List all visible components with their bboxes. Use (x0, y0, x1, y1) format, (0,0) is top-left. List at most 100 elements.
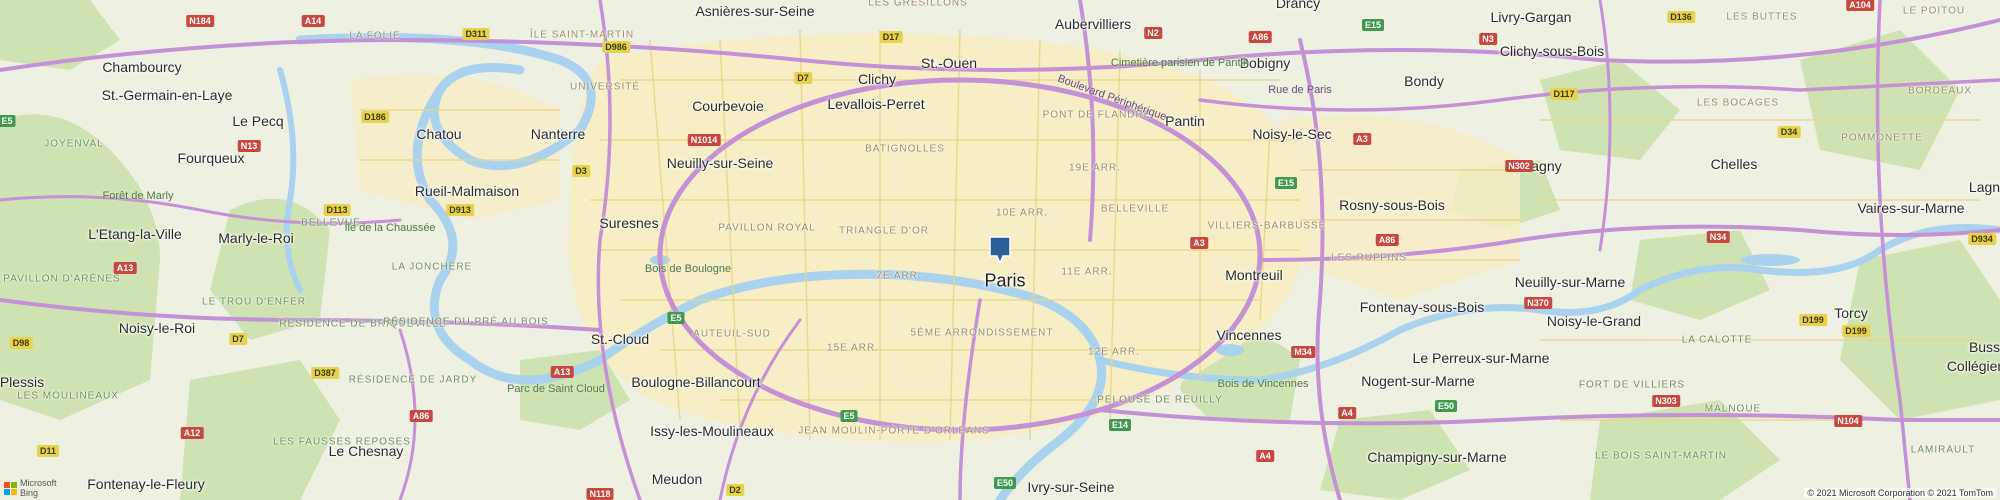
road-shield: D2 (726, 484, 744, 496)
road-shield: A3 (1353, 133, 1371, 145)
district-label: LAMIRAULT (1910, 444, 1976, 456)
microsoft-bing-logo[interactable]: Microsoft Bing (4, 478, 57, 498)
road-shield: E5 (667, 312, 685, 324)
place-label[interactable]: Clichy (858, 71, 896, 87)
road-label: Rue de Paris (1268, 84, 1332, 96)
place-label[interactable]: Nogent-sur-Marne (1361, 373, 1475, 389)
road-shield: E14 (1108, 419, 1132, 431)
place-label[interactable]: Le Pecq (232, 113, 283, 129)
place-label[interactable]: Aubervilliers (1055, 16, 1131, 32)
place-label[interactable]: Chelles (1711, 156, 1758, 172)
district-label: LA CALOTTE (1681, 334, 1753, 346)
district-label: RÉSIDENCE DU PRÉ AU BOIS (383, 316, 549, 328)
road-shield: A4 (1338, 407, 1356, 419)
district-label: JEAN MOULIN-PORTE D'ORLEANS (798, 425, 990, 437)
district-label: 15E ARR. (827, 342, 879, 354)
map-pin-icon[interactable] (989, 236, 1011, 265)
road-shield: D311 (462, 28, 490, 40)
district-label: AUTEUIL-SUD (693, 328, 771, 340)
district-label: UNIVERSITÉ (569, 81, 641, 93)
place-label[interactable]: Vaires-sur-Marne (1857, 200, 1964, 216)
road-shield: D913 (446, 204, 474, 216)
district-label: LES MOULINEAUX (17, 390, 119, 402)
district-label: 7E ARR. (876, 270, 922, 282)
place-label[interactable]: Noisy-le-Roi (119, 320, 195, 336)
road-shield: D11 (36, 445, 60, 457)
place-label[interactable]: Drancy (1276, 0, 1320, 11)
park-label: Forêt de Marly (102, 190, 174, 202)
road-shield: E5 (840, 410, 858, 422)
microsoft-logo-icon (4, 481, 17, 495)
place-label[interactable]: Livry-Gargan (1491, 9, 1572, 25)
road-shield: D986 (602, 41, 630, 53)
place-label[interactable]: Neuilly-sur-Seine (667, 155, 774, 171)
place-label[interactable]: Asnières-sur-Seine (695, 3, 814, 19)
place-label[interactable]: Bondy (1404, 73, 1444, 89)
place-label[interactable]: Ivry-sur-Seine (1027, 479, 1114, 495)
place-label[interactable]: Lagny (1969, 179, 2000, 195)
place-label[interactable]: Rosny-sous-Bois (1339, 197, 1445, 213)
place-label[interactable]: Noisy-le-Grand (1547, 313, 1641, 329)
park-label: Bois de Boulogne (644, 263, 732, 275)
district-label: ÎLE SAINT-MARTIN (529, 29, 635, 41)
place-label[interactable]: Meudon (652, 471, 703, 487)
road-shield: A14 (301, 15, 325, 27)
place-label[interactable]: St.-Ouen (921, 55, 977, 71)
place-label[interactable]: Fontenay-sous-Bois (1360, 299, 1485, 315)
road-shield: A86 (1375, 234, 1399, 246)
district-label: FORT DE VILLIERS (1578, 379, 1686, 391)
place-label[interactable]: Champigny-sur-Marne (1367, 449, 1506, 465)
place-label[interactable]: Courbevoie (692, 98, 764, 114)
place-label[interactable]: Le Perreux-sur-Marne (1413, 350, 1550, 366)
place-label[interactable]: Fontenay-le-Fleury (87, 476, 205, 492)
district-label: JOYENVAL (44, 138, 104, 150)
district-label: LES BOCAGES (1696, 97, 1780, 109)
place-label[interactable]: Chambourcy (102, 59, 181, 75)
place-label[interactable]: Plessis (0, 374, 44, 390)
district-label: BELLEVILLE (1100, 203, 1170, 215)
place-label[interactable]: St.-Cloud (591, 331, 649, 347)
place-label[interactable]: Rueil-Malmaison (415, 183, 519, 199)
place-label[interactable]: Collégien (1947, 358, 2000, 374)
road-shield: D117 (1550, 88, 1578, 100)
place-label[interactable]: Torcy (1834, 305, 1867, 321)
place-label[interactable]: Levallois-Perret (827, 96, 924, 112)
marker-label[interactable]: Paris (984, 271, 1025, 292)
place-label[interactable]: Montreuil (1225, 267, 1283, 283)
road-shield: D113 (323, 204, 351, 216)
place-label[interactable]: Suresnes (599, 215, 658, 231)
place-label[interactable]: Bussy (1969, 339, 2000, 355)
place-label[interactable]: Noisy-le-Sec (1252, 126, 1331, 142)
map-attribution[interactable]: © 2021 Microsoft Corporation © 2021 TomT… (1804, 488, 1996, 498)
road-shield: E50 (1434, 400, 1458, 412)
place-label[interactable]: Pantin (1165, 113, 1205, 129)
road-shield: D934 (1968, 233, 1996, 245)
place-label[interactable]: Chatou (416, 126, 461, 142)
place-label[interactable]: Vincennes (1216, 327, 1281, 343)
park-label: Île de la Chaussée (344, 222, 436, 234)
road-shield: D3 (572, 165, 590, 177)
district-label: LA JONCHÈRE (391, 261, 473, 273)
place-label[interactable]: Nanterre (531, 126, 585, 142)
district-label: LES GRESILLONS (868, 0, 968, 9)
road-shield: D7 (229, 333, 247, 345)
district-label: PAVILLON ROYAL (718, 222, 816, 234)
district-label: LA FOLIE (349, 30, 401, 42)
road-shield: A86 (409, 410, 433, 422)
road-shield: M34 (1291, 346, 1315, 358)
road-shield: N34 (1706, 231, 1730, 243)
place-label[interactable]: Issy-les-Moulineaux (650, 423, 774, 439)
place-label[interactable]: Fourqueux (178, 150, 245, 166)
place-label[interactable]: Neuilly-sur-Marne (1515, 274, 1625, 290)
district-label: 10E ARR. (996, 207, 1048, 219)
place-label[interactable]: Marly-le-Roi (218, 230, 293, 246)
place-label[interactable]: St.-Germain-en-Laye (102, 87, 233, 103)
place-label[interactable]: Boulogne-Billancourt (631, 374, 760, 390)
place-label[interactable]: L'Etang-la-Ville (88, 226, 181, 242)
place-label[interactable]: Clichy-sous-Bois (1500, 43, 1604, 59)
road-shield: A3 (1190, 237, 1208, 249)
road-shield: A86 (1248, 31, 1272, 43)
district-label: LES FAUSSES REPOSES (273, 436, 411, 448)
road-shield: N13 (237, 140, 261, 152)
district-label: BATIGNOLLES (865, 143, 945, 155)
